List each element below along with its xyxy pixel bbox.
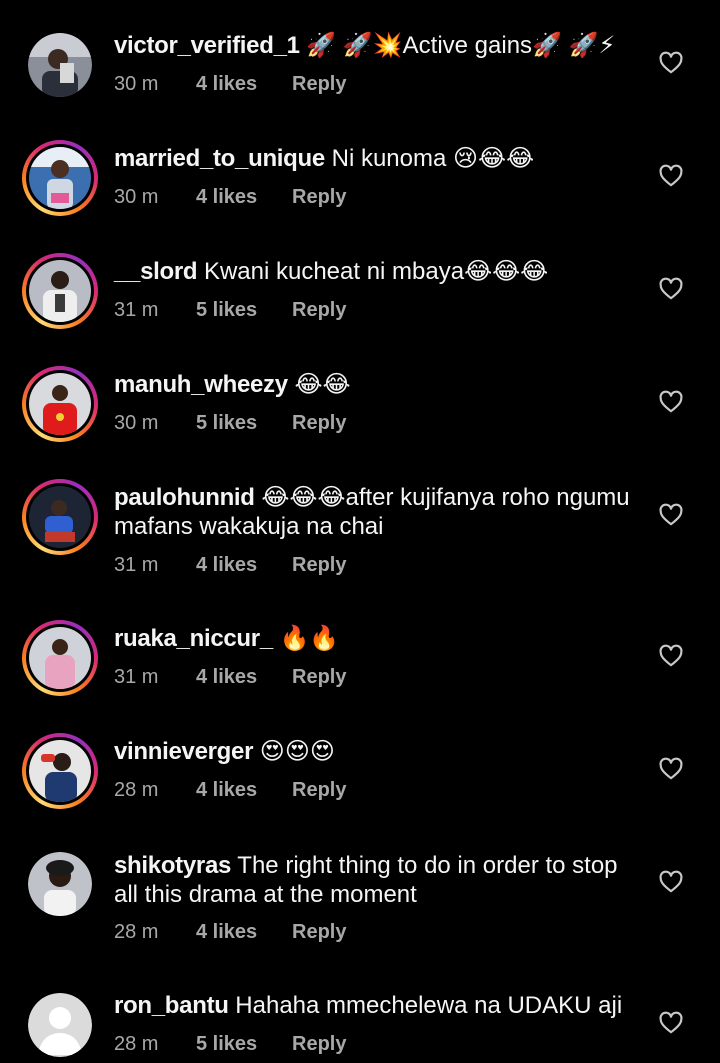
comment-username[interactable]: victor_verified_1: [114, 32, 300, 59]
comment-username[interactable]: manuh_wheezy: [114, 371, 288, 398]
comment-likes-count[interactable]: 5 likes: [196, 1031, 257, 1057]
comment-likes-count[interactable]: 4 likes: [196, 184, 257, 210]
comment-likes-count[interactable]: 4 likes: [196, 71, 257, 97]
comment-likes-count[interactable]: 5 likes: [196, 297, 257, 323]
heart-outline-icon[interactable]: [658, 1010, 684, 1036]
comment-timestamp: 28 m: [114, 1033, 159, 1055]
comment-likes-count[interactable]: 4 likes: [196, 919, 257, 945]
comment-username[interactable]: vinnieverger: [114, 738, 253, 765]
reply-button[interactable]: Reply: [292, 1031, 346, 1057]
comment-timestamp: 31 m: [114, 299, 159, 321]
comment-username[interactable]: ruaka_niccur_: [114, 625, 273, 652]
comment-timestamp: 30 m: [114, 73, 159, 95]
reply-button[interactable]: Reply: [292, 71, 346, 97]
heart-outline-icon[interactable]: [658, 389, 684, 415]
default-person-icon: [28, 993, 92, 1057]
comment-username[interactable]: paulohunnid: [114, 484, 255, 511]
comment-likes-count[interactable]: 4 likes: [196, 664, 257, 690]
comment-text: 🚀 🚀💥Active gains🚀 🚀⚡: [299, 32, 616, 59]
comment-timestamp: 28 m: [114, 779, 159, 801]
comment-likes-count[interactable]: 4 likes: [196, 552, 257, 578]
avatar[interactable]: [22, 733, 98, 809]
heart-outline-icon[interactable]: [658, 163, 684, 189]
comment-timestamp: 28 m: [114, 921, 159, 943]
heart-outline-icon[interactable]: [658, 50, 684, 76]
reply-button[interactable]: Reply: [292, 919, 346, 945]
avatar[interactable]: [28, 33, 92, 97]
avatar[interactable]: [22, 366, 98, 442]
comment-likes-count[interactable]: 4 likes: [196, 777, 257, 803]
avatar[interactable]: [22, 253, 98, 329]
comment-text: Kwani kucheat ni mbaya😂😂😂: [197, 258, 549, 285]
heart-outline-icon[interactable]: [658, 502, 684, 528]
avatar[interactable]: [28, 993, 92, 1057]
avatar-photo: [29, 147, 91, 209]
heart-outline-icon[interactable]: [658, 643, 684, 669]
comment-text: 😂😂: [287, 371, 351, 398]
comment-text: 😍😍😍: [253, 738, 335, 765]
heart-outline-icon[interactable]: [658, 756, 684, 782]
avatar[interactable]: [22, 620, 98, 696]
comment-username[interactable]: __slord: [114, 258, 198, 285]
avatar[interactable]: [28, 852, 92, 916]
comment-timestamp: 31 m: [114, 554, 159, 576]
comment-likes-count[interactable]: 5 likes: [196, 410, 257, 436]
comment-text: Hahaha mmechelewa na UDAKU aji: [228, 992, 623, 1019]
comment-timestamp: 30 m: [114, 186, 159, 208]
comment-username[interactable]: shikotyras: [114, 852, 231, 879]
reply-button[interactable]: Reply: [292, 777, 346, 803]
avatar[interactable]: [22, 479, 98, 555]
avatar-photo: [29, 740, 91, 802]
avatar-photo: [29, 627, 91, 689]
reply-button[interactable]: Reply: [292, 184, 346, 210]
avatar-photo: [29, 260, 91, 322]
avatar-photo: [29, 373, 91, 435]
reply-button[interactable]: Reply: [292, 410, 346, 436]
heart-outline-icon[interactable]: [658, 869, 684, 895]
comment-username[interactable]: ron_bantu: [114, 992, 229, 1019]
avatar-photo: [28, 852, 92, 916]
reply-button[interactable]: Reply: [292, 297, 346, 323]
reply-button[interactable]: Reply: [292, 664, 346, 690]
comment-text: Ni kunoma 😢😂😂: [324, 145, 535, 172]
reply-button[interactable]: Reply: [292, 552, 346, 578]
heart-outline-icon[interactable]: [658, 276, 684, 302]
avatar[interactable]: [22, 140, 98, 216]
comment-timestamp: 31 m: [114, 666, 159, 688]
comment-text: 🔥🔥: [272, 625, 340, 652]
avatar-photo: [28, 33, 92, 97]
comment-timestamp: 30 m: [114, 412, 159, 434]
avatar-photo: [29, 486, 91, 548]
comment-username[interactable]: married_to_unique: [114, 145, 325, 172]
